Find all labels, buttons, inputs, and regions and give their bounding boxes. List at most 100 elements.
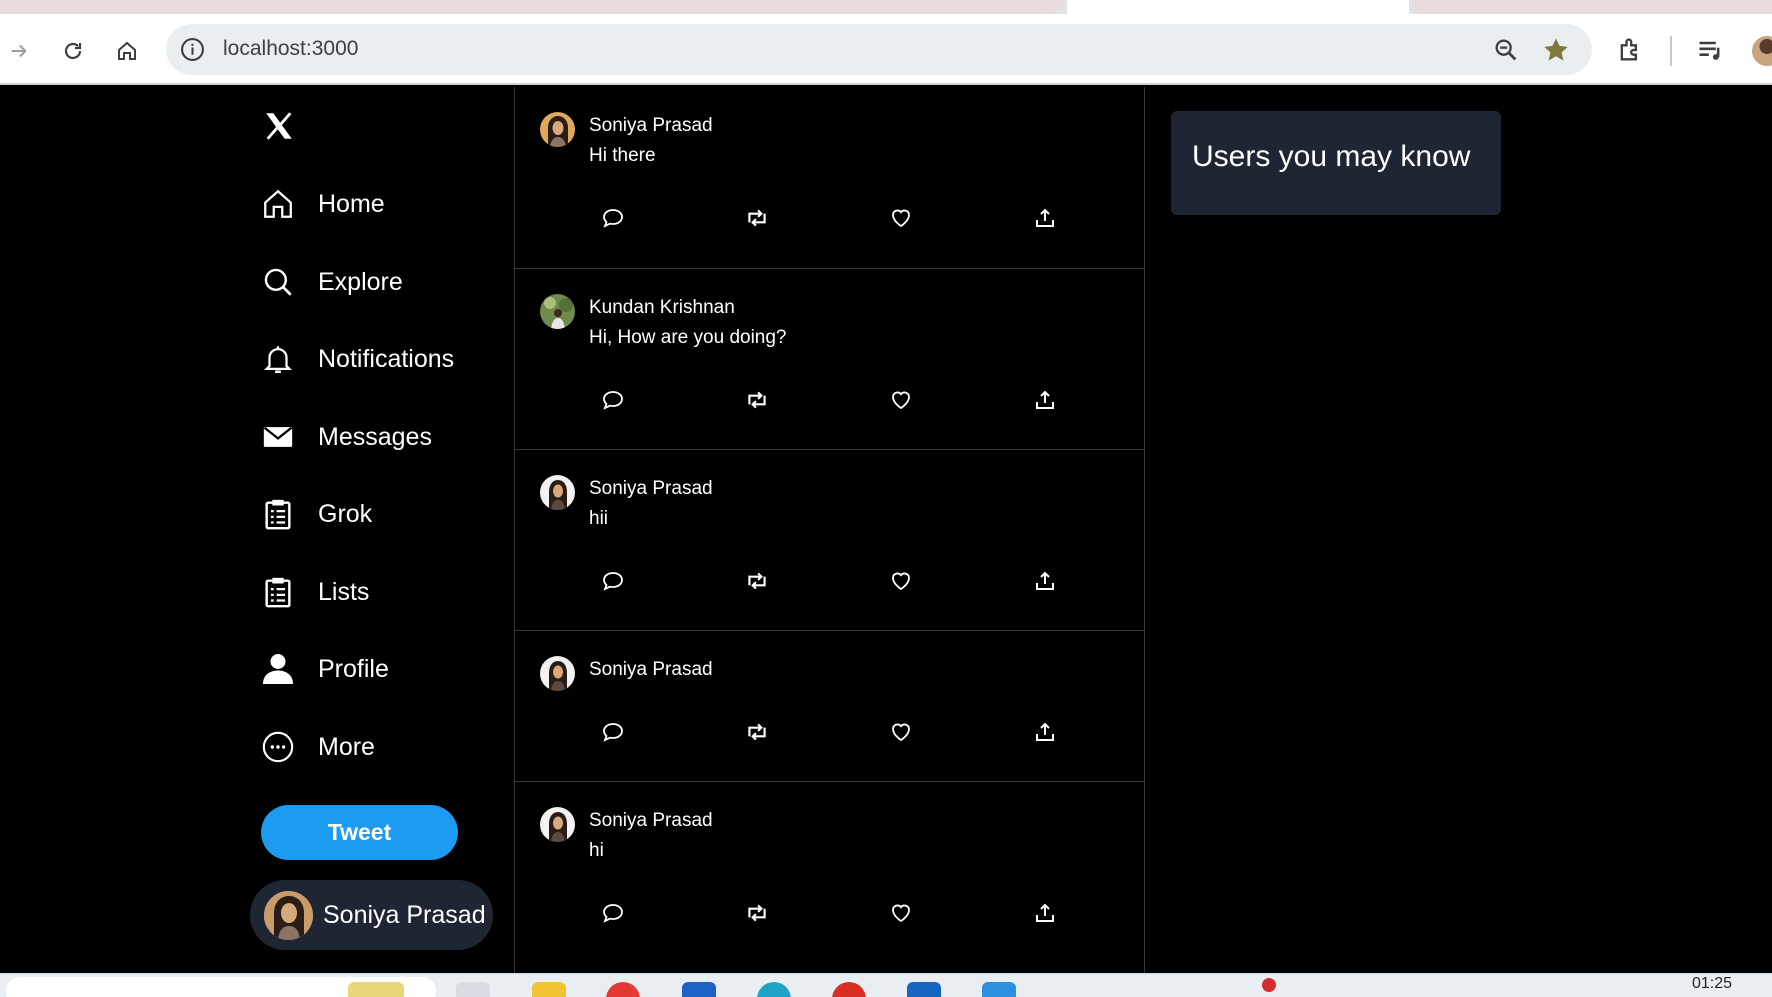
sidebar-item-notifications[interactable]: Notifications — [260, 333, 454, 385]
tweet-actions — [515, 386, 1144, 414]
avatar — [264, 890, 313, 940]
tweet-card[interactable]: Soniya Prasad — [515, 631, 1144, 782]
person-icon — [260, 651, 296, 687]
x-logo-icon[interactable] — [262, 109, 296, 143]
address-url[interactable]: localhost:3000 — [223, 37, 358, 61]
tweet-actions — [515, 899, 1144, 927]
tweet-author[interactable]: Soniya Prasad — [589, 478, 713, 500]
retweet-icon[interactable] — [743, 386, 771, 414]
who-to-follow-title: Users you may know — [1192, 140, 1471, 173]
taskbar-widget-icon[interactable] — [348, 982, 404, 997]
tweet-author[interactable]: Kundan Krishnan — [589, 297, 735, 319]
sidebar-item-label: More — [318, 732, 375, 761]
store-icon[interactable] — [682, 982, 716, 997]
media-queue-icon[interactable] — [1696, 36, 1726, 66]
retweet-icon[interactable] — [743, 204, 771, 232]
sidebar-item-label: Home — [318, 189, 385, 218]
bell-icon — [260, 341, 296, 377]
edge-browser-icon[interactable] — [757, 982, 791, 997]
toolbar-divider — [1670, 36, 1672, 66]
who-to-follow-card: Users you may know — [1171, 111, 1501, 215]
avatar[interactable] — [540, 112, 575, 147]
sidebar-item-label: Explore — [318, 267, 403, 296]
tweet-text: hii — [589, 508, 609, 529]
tweet-actions — [515, 204, 1144, 232]
extensions-icon[interactable] — [1616, 36, 1646, 66]
sidebar-item-label: Lists — [318, 577, 370, 606]
address-bar[interactable]: localhost:3000 — [166, 24, 1592, 75]
bookmark-star-icon[interactable] — [1542, 36, 1570, 64]
like-heart-icon[interactable] — [887, 718, 915, 746]
file-explorer-icon[interactable] — [532, 982, 566, 997]
sidebar-item-home[interactable]: Home — [260, 178, 385, 230]
task-view-icon[interactable] — [456, 982, 490, 997]
forward-icon[interactable] — [4, 36, 34, 66]
retweet-icon[interactable] — [743, 718, 771, 746]
tweet-text: Hi, How are you doing? — [589, 327, 787, 348]
avatar[interactable] — [540, 475, 575, 510]
share-icon[interactable] — [1031, 567, 1059, 595]
taskbar-app-icon[interactable] — [606, 982, 640, 997]
tweet-actions — [515, 718, 1144, 746]
retweet-icon[interactable] — [743, 899, 771, 927]
list-icon — [260, 574, 296, 610]
avatar[interactable] — [540, 294, 575, 329]
sidebar-item-label: Messages — [318, 422, 432, 451]
tweet-button[interactable]: Tweet — [261, 805, 458, 860]
more-icon — [260, 729, 296, 765]
zoom-icon[interactable] — [1492, 36, 1520, 64]
reply-icon[interactable] — [599, 386, 627, 414]
site-info-icon[interactable] — [180, 37, 205, 62]
sidebar-item-grok[interactable]: Grok — [260, 488, 372, 540]
share-icon[interactable] — [1031, 204, 1059, 232]
sidebar-item-messages[interactable]: Messages — [260, 411, 432, 463]
taskbar-app-icon[interactable] — [907, 982, 941, 997]
chrome-browser-icon[interactable] — [832, 982, 866, 997]
share-icon[interactable] — [1031, 386, 1059, 414]
browser-tab[interactable] — [1412, 0, 1772, 15]
tweet-author[interactable]: Soniya Prasad — [589, 115, 713, 137]
retweet-icon[interactable] — [743, 567, 771, 595]
taskbar-clock[interactable]: 01:25 — [1692, 975, 1732, 993]
tweet-card[interactable]: Soniya Prasad hi — [515, 782, 1144, 973]
tweet-author[interactable]: Soniya Prasad — [589, 659, 713, 681]
tweet-card[interactable]: Soniya Prasad hii — [515, 450, 1144, 631]
account-name: Soniya Prasad — [323, 900, 486, 929]
tweet-card[interactable]: Kundan Krishnan Hi, How are you doing? — [515, 269, 1144, 450]
browser-tab[interactable] — [0, 0, 1062, 15]
like-heart-icon[interactable] — [887, 386, 915, 414]
reply-icon[interactable] — [599, 567, 627, 595]
reply-icon[interactable] — [599, 899, 627, 927]
tweet-author[interactable]: Soniya Prasad — [589, 810, 713, 832]
sidebar-item-lists[interactable]: Lists — [260, 566, 369, 618]
clipboard-icon — [260, 496, 296, 532]
like-heart-icon[interactable] — [887, 899, 915, 927]
like-heart-icon[interactable] — [887, 567, 915, 595]
home-page-icon[interactable] — [112, 36, 142, 66]
reply-icon[interactable] — [599, 718, 627, 746]
tweet-actions — [515, 567, 1144, 595]
sidebar-item-more[interactable]: More — [260, 721, 375, 773]
avatar[interactable] — [540, 656, 575, 691]
search-icon — [260, 264, 296, 300]
share-icon[interactable] — [1031, 899, 1059, 927]
account-switcher[interactable]: Soniya Prasad — [250, 880, 493, 950]
sidebar-item-label: Profile — [318, 654, 389, 683]
share-icon[interactable] — [1031, 718, 1059, 746]
reply-icon[interactable] — [599, 204, 627, 232]
tweet-card[interactable]: Soniya Prasad Hi there — [515, 87, 1144, 269]
feed: Soniya Prasad Hi there Kundan Krishnan H… — [514, 87, 1145, 973]
tweet-text: hi — [589, 840, 604, 861]
sidebar-item-label: Notifications — [318, 344, 455, 373]
tweet-text: Hi there — [589, 145, 656, 166]
mail-icon — [260, 419, 296, 455]
reload-icon[interactable] — [58, 36, 88, 66]
sidebar: Home Explore Notifications Messages Grok — [250, 87, 510, 973]
sidebar-item-explore[interactable]: Explore — [260, 256, 403, 308]
avatar[interactable] — [540, 807, 575, 842]
vscode-icon[interactable] — [982, 982, 1016, 997]
sidebar-item-profile[interactable]: Profile — [260, 643, 389, 695]
browser-profile-avatar[interactable] — [1752, 36, 1772, 66]
notification-badge — [1262, 978, 1276, 992]
like-heart-icon[interactable] — [887, 204, 915, 232]
